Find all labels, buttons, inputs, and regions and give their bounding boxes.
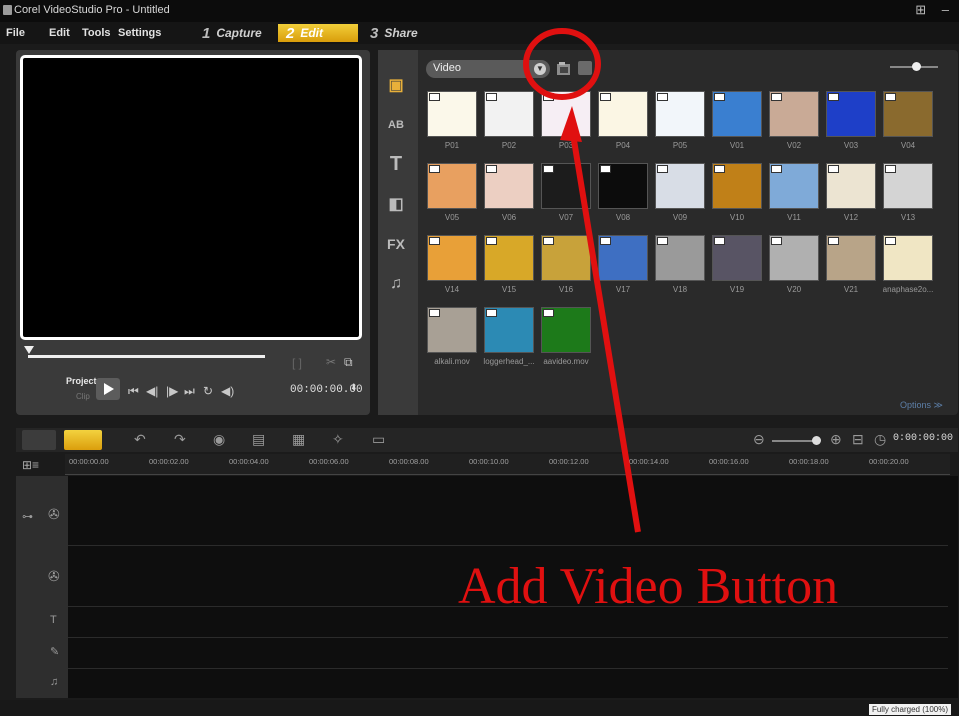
annotation-arrowhead <box>560 106 582 142</box>
annotation-label: Add Video Button <box>458 558 839 615</box>
annotation-circle <box>523 28 601 100</box>
annotation-arrow <box>569 127 641 533</box>
